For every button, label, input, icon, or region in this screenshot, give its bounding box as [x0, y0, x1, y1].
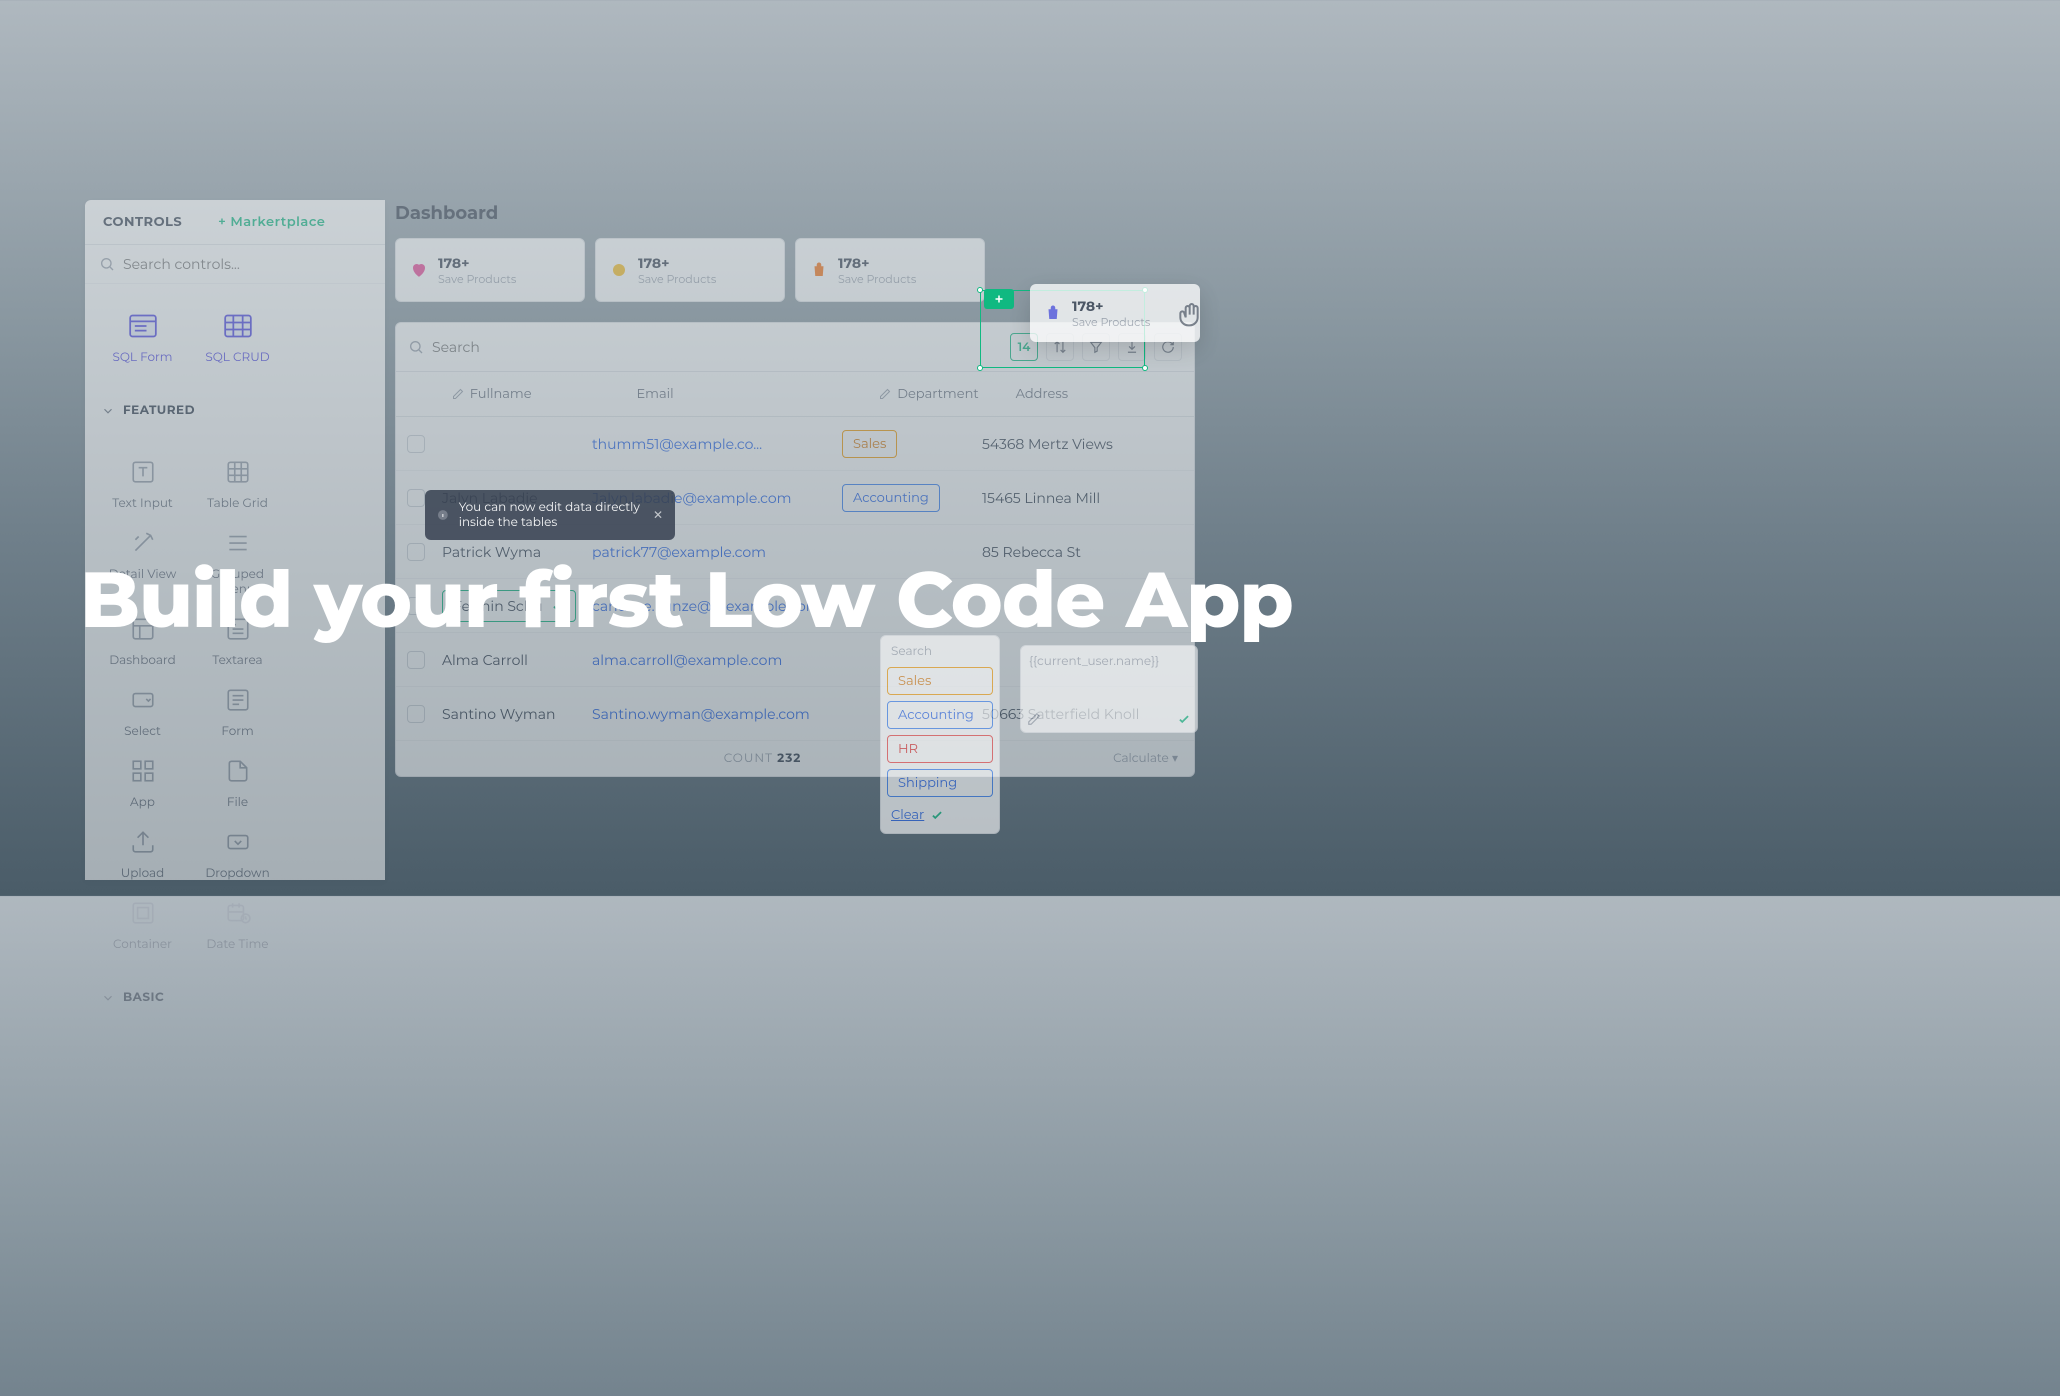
control-dropdown[interactable]: Dropdown: [190, 818, 285, 889]
tab-controls[interactable]: CONTROLS: [85, 200, 200, 244]
heart-icon: [410, 261, 428, 279]
col-email[interactable]: Email: [620, 372, 863, 416]
table-row[interactable]: thumm51@example.co...Sales54368 Mertz Vi…: [396, 417, 1194, 471]
star-icon: [610, 261, 628, 279]
control-sql-form[interactable]: SQL Form: [95, 302, 190, 373]
filter-clear[interactable]: Clear: [887, 803, 993, 827]
control-upload[interactable]: Upload: [95, 818, 190, 889]
control-container[interactable]: Container: [95, 889, 190, 960]
controls-search-input[interactable]: [123, 255, 371, 273]
tab-marketplace[interactable]: + Markertplace: [200, 200, 343, 244]
row-checkbox[interactable]: [407, 705, 425, 723]
bag-icon: [1044, 304, 1062, 322]
stat-card-3[interactable]: 178+Save Products: [795, 238, 985, 302]
col-address[interactable]: Address: [1000, 372, 1194, 416]
edit-icon: [1027, 712, 1041, 726]
bag-icon: [810, 261, 828, 279]
section-basic[interactable]: BASIC: [85, 978, 385, 1017]
col-department[interactable]: Department: [863, 372, 999, 416]
edit-icon: [879, 388, 891, 400]
control-file[interactable]: File: [190, 747, 285, 818]
control-text-input[interactable]: Text Input: [95, 448, 190, 519]
row-checkbox[interactable]: [407, 435, 425, 453]
filter-opt-hr[interactable]: HR: [887, 735, 993, 763]
info-tooltip: You can now edit data directly inside th…: [425, 490, 675, 540]
sidebar: CONTROLS + Markertplace SQL Form SQL CRU…: [85, 200, 385, 880]
address-formula-popup[interactable]: {{current_user.name}}: [1020, 645, 1198, 733]
department-filter-popup[interactable]: Search Sales Accounting HR Shipping Clea…: [880, 635, 1000, 834]
filter-opt-accounting[interactable]: Accounting: [887, 701, 993, 729]
plus-icon: +: [218, 214, 226, 230]
filter-opt-sales[interactable]: Sales: [887, 667, 993, 695]
edit-icon: [452, 388, 464, 400]
stat-card-1[interactable]: 178+Save Products: [395, 238, 585, 302]
page-title: Dashboard: [395, 200, 1205, 238]
chevron-down-icon: [101, 991, 115, 1005]
row-checkbox[interactable]: [407, 651, 425, 669]
chevron-down-icon: [101, 404, 115, 418]
check-icon[interactable]: [1177, 712, 1191, 726]
control-sql-crud[interactable]: SQL CRUD: [190, 302, 285, 373]
info-icon: [437, 506, 449, 524]
add-widget-button[interactable]: [984, 289, 1014, 309]
grab-cursor-icon: [1175, 300, 1207, 332]
row-checkbox[interactable]: [407, 489, 425, 507]
calculate-dropdown[interactable]: Calculate ▾: [1113, 751, 1178, 766]
search-icon: [99, 256, 115, 272]
control-app[interactable]: App: [95, 747, 190, 818]
tooltip-close[interactable]: ✕: [653, 508, 663, 523]
col-fullname[interactable]: Fullname: [436, 372, 621, 416]
control-form[interactable]: Form: [190, 676, 285, 747]
control-select[interactable]: Select: [95, 676, 190, 747]
stat-card-2[interactable]: 178+Save Products: [595, 238, 785, 302]
refresh-icon: [1161, 340, 1175, 354]
filter-opt-shipping[interactable]: Shipping: [887, 769, 993, 797]
section-featured[interactable]: FEATURED: [85, 391, 385, 430]
table-search-input[interactable]: [432, 338, 1002, 356]
hero-title: Build your first Low Code App: [80, 555, 1293, 645]
search-icon: [408, 339, 424, 355]
control-date-time[interactable]: Date Time: [190, 889, 285, 960]
control-table-grid[interactable]: Table Grid: [190, 448, 285, 519]
